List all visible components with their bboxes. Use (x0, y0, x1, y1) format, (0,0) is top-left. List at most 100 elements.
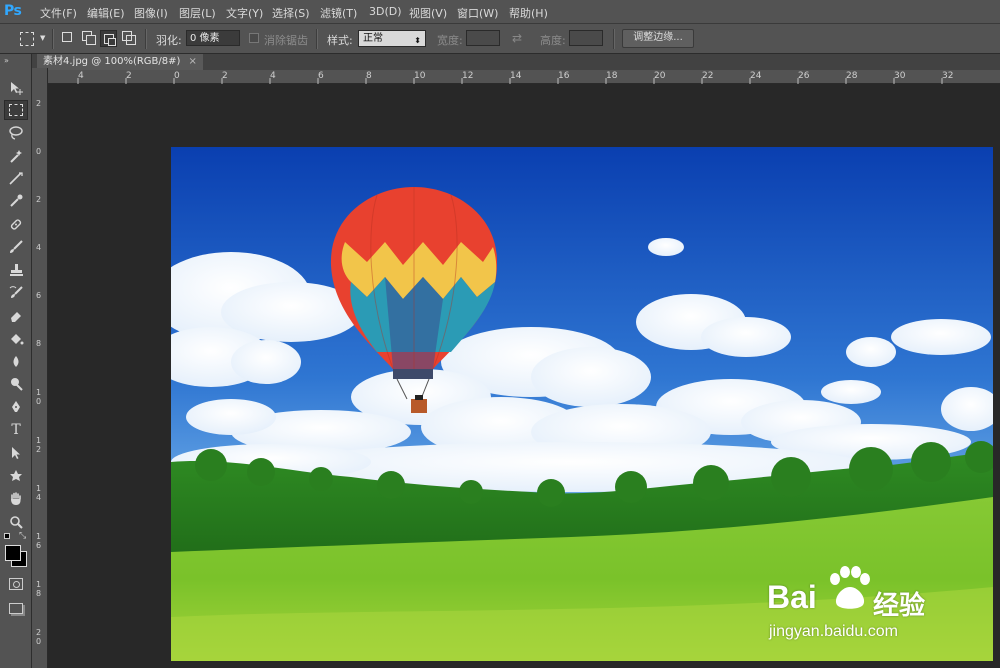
antialias-label: 消除锯齿 (264, 34, 308, 47)
ruler-label: 32 (942, 71, 954, 81)
vertical-ruler[interactable]: 2 0 2 4 6 8 1 0 1 2 1 4 1 6 1 8 2 0 (32, 68, 48, 668)
crop-tool-icon[interactable] (4, 169, 28, 189)
divider (52, 29, 54, 49)
style-select-value: 正常 (363, 33, 383, 44)
new-selection-icon[interactable] (62, 32, 72, 42)
ruler-label: 4 (78, 71, 84, 81)
ruler-label: 1 0 (36, 388, 42, 406)
ruler-label: 6 (36, 291, 42, 300)
subtract-selection-icon[interactable] (100, 30, 117, 47)
ruler-label: 18 (606, 71, 618, 81)
menu-filter[interactable]: 滤镜(T) (320, 5, 357, 21)
ruler-label: 1 4 (36, 484, 42, 502)
clone-stamp-tool-icon[interactable] (4, 260, 28, 280)
toolbox: » T ⤡ (0, 54, 32, 668)
document-image[interactable]: Bai 经验 jingyan.baidu.com (171, 147, 993, 661)
menu-bar: Ps 文件(F) 编辑(E) 图像(I) 图层(L) 文字(Y) 选择(S) 滤… (0, 0, 1000, 24)
baidu-paw-logo (825, 565, 871, 617)
menu-help[interactable]: 帮助(H) (509, 5, 548, 21)
menu-window[interactable]: 窗口(W) (457, 5, 498, 21)
menu-type[interactable]: 文字(Y) (226, 5, 263, 21)
ruler-label: 0 (174, 71, 180, 81)
options-bar: ▼ 羽化: 0 像素 消除锯齿 样式: 正常 ⬍ 宽度: ⇄ 高度: 调整边缘.… (0, 24, 1000, 54)
type-tool-icon[interactable]: T (4, 420, 28, 440)
baidu-watermark-jingyan: 经验 (873, 591, 926, 621)
shape-tool-icon[interactable] (4, 466, 28, 486)
marquee-tool-icon[interactable] (4, 100, 28, 120)
ruler-label: 22 (702, 71, 714, 81)
menu-layer[interactable]: 图层(L) (179, 5, 216, 21)
add-selection-icon[interactable] (82, 31, 96, 45)
quick-select-tool-icon[interactable] (4, 146, 28, 166)
height-input[interactable] (569, 30, 603, 46)
ruler-label: 20 (654, 71, 666, 81)
photoshop-logo: Ps (4, 3, 22, 19)
style-select[interactable]: 正常 ⬍ (358, 30, 426, 47)
ruler-label: 1 2 (36, 436, 42, 454)
ruler-label: 8 (366, 71, 372, 81)
divider (316, 29, 318, 49)
menu-image[interactable]: 图像(I) (134, 5, 168, 21)
ruler-label: 16 (558, 71, 570, 81)
quick-mask-icon[interactable] (4, 574, 28, 594)
ruler-label: 4 (36, 243, 42, 252)
pen-tool-icon[interactable] (4, 397, 28, 417)
hand-tool-icon[interactable] (4, 489, 28, 509)
paint-bucket-tool-icon[interactable] (4, 329, 28, 349)
dodge-tool-icon[interactable] (4, 374, 28, 394)
collapse-icon[interactable]: » (4, 56, 9, 65)
history-brush-tool-icon[interactable] (4, 283, 28, 303)
move-tool-icon[interactable] (4, 78, 28, 98)
document-tab-title: 素材4.jpg @ 100%(RGB/8#) (43, 56, 181, 67)
blur-tool-icon[interactable] (4, 352, 28, 372)
path-select-tool-icon[interactable] (4, 443, 28, 463)
menu-3d[interactable]: 3D(D) (369, 5, 402, 18)
ruler-label: 30 (894, 71, 906, 81)
swap-colors-icon[interactable]: ⤡ (19, 531, 26, 541)
brush-tool-icon[interactable] (4, 237, 28, 257)
document-tab[interactable]: 素材4.jpg @ 100%(RGB/8#) × (37, 54, 203, 70)
ruler-label: 4 (270, 71, 276, 81)
divider (145, 29, 147, 49)
lasso-tool-icon[interactable] (4, 123, 28, 143)
ruler-label: 12 (462, 71, 474, 81)
ruler-label: 2 (222, 71, 228, 81)
foreground-color-swatch[interactable] (5, 545, 21, 561)
ruler-label: 24 (750, 71, 762, 81)
menu-file[interactable]: 文件(F) (40, 5, 77, 21)
close-icon[interactable]: × (188, 56, 196, 67)
healing-brush-tool-icon[interactable] (4, 214, 28, 234)
baidu-watermark-brand: Bai (767, 579, 817, 615)
ruler-label: 2 (126, 71, 132, 81)
feather-input[interactable]: 0 像素 (186, 30, 240, 46)
refine-edge-button[interactable]: 调整边缘... (622, 29, 694, 48)
height-label: 高度: (540, 34, 566, 47)
ruler-label: 8 (36, 339, 42, 348)
screen-mode-icon[interactable] (4, 598, 28, 618)
intersect-selection-icon[interactable] (122, 31, 136, 45)
document-tab-bar: 素材4.jpg @ 100%(RGB/8#) × (32, 54, 1000, 70)
width-input[interactable] (466, 30, 500, 46)
ruler-label: 1 6 (36, 532, 42, 550)
eraser-tool-icon[interactable] (4, 306, 28, 326)
menu-edit[interactable]: 编辑(E) (87, 5, 125, 21)
ruler-label: 10 (414, 71, 426, 81)
marquee-preset-icon[interactable] (20, 32, 34, 46)
menu-select[interactable]: 选择(S) (272, 5, 310, 21)
width-label: 宽度: (437, 34, 463, 47)
ruler-label: 2 (36, 99, 42, 108)
chevron-down-icon[interactable]: ▼ (40, 34, 45, 42)
horizontal-ruler[interactable]: 4 2 0 2 4 6 8 10 12 14 16 18 20 22 24 26… (48, 70, 1000, 84)
ruler-label: 2 0 (36, 628, 42, 646)
default-colors-icon[interactable] (4, 533, 10, 539)
zoom-tool-icon[interactable] (4, 512, 28, 532)
antialias-checkbox[interactable] (249, 33, 259, 43)
eyedropper-tool-icon[interactable] (4, 191, 28, 211)
feather-label: 羽化: (156, 34, 182, 47)
ruler-label: 2 (36, 195, 42, 204)
menu-view[interactable]: 视图(V) (409, 5, 447, 21)
style-label: 样式: (327, 34, 353, 47)
swap-icon[interactable]: ⇄ (512, 31, 522, 45)
ruler-label: 1 8 (36, 580, 42, 598)
ruler-label: 28 (846, 71, 858, 81)
